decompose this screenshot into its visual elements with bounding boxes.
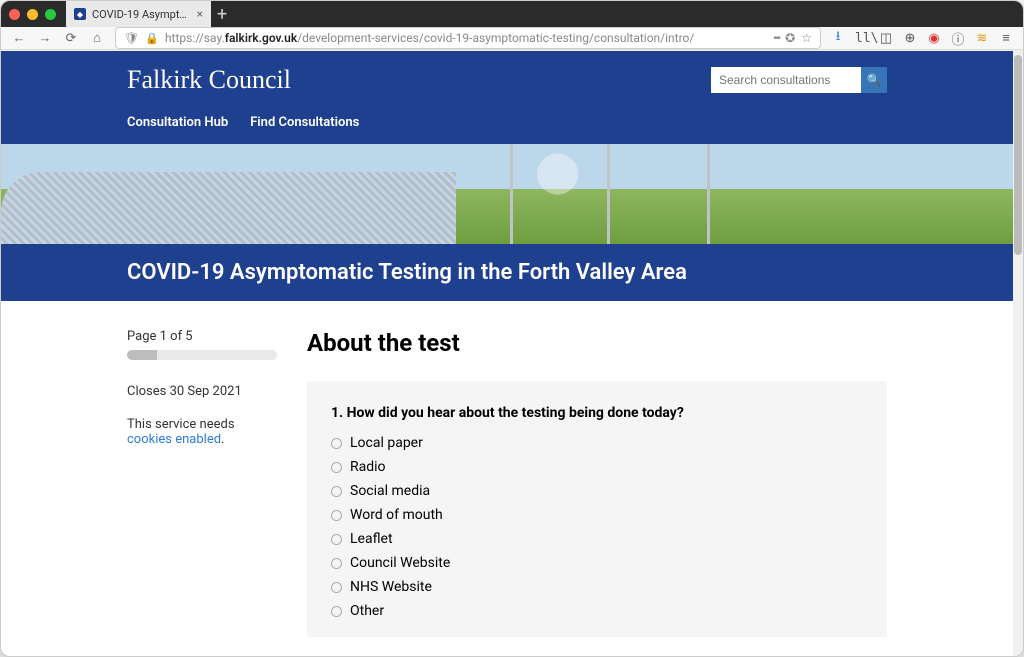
url-host: falkirk.gov.uk xyxy=(225,31,298,45)
browser-window: ◆ COVID-19 Asymptomatic Testi... × + ← →… xyxy=(0,0,1024,657)
site-brand[interactable]: Falkirk Council xyxy=(127,65,291,95)
option-label: Social media xyxy=(350,483,430,499)
window-titlebar: ◆ COVID-19 Asymptomatic Testi... × + xyxy=(1,1,1023,27)
option-local-paper[interactable]: Local paper xyxy=(331,435,863,451)
url-prefix: https://say. xyxy=(165,31,225,45)
bookmark-star-icon[interactable]: ☆ xyxy=(801,31,812,45)
progress-fill xyxy=(127,350,157,360)
minimize-window-button[interactable] xyxy=(27,9,38,20)
cookies-post: . xyxy=(221,432,224,447)
forward-button[interactable]: → xyxy=(37,30,53,46)
option-label: Council Website xyxy=(350,555,450,571)
page-title: COVID-19 Asymptomatic Testing in the For… xyxy=(127,260,887,285)
hero-image xyxy=(1,144,1013,244)
home-button[interactable]: ⌂ xyxy=(89,30,105,46)
page-title-bar: COVID-19 Asymptomatic Testing in the For… xyxy=(1,244,1013,301)
option-label: Radio xyxy=(350,459,386,475)
search-input[interactable] xyxy=(711,67,861,93)
protection-icon[interactable]: ✪ xyxy=(785,31,795,45)
viewport: Falkirk Council 🔍 Consultation Hub Find … xyxy=(1,50,1023,657)
browser-toolbar: ← → ⟳ ⌂ 🛡 🔒 https://say.falkirk.gov.uk/d… xyxy=(1,27,1023,50)
nav-find-consultations[interactable]: Find Consultations xyxy=(250,115,359,130)
extension-orange-icon[interactable]: ≋ xyxy=(975,31,989,46)
extension-info-icon[interactable]: ⓘ xyxy=(951,29,965,48)
section-heading: About the test xyxy=(307,329,887,357)
option-label: NHS Website xyxy=(350,579,432,595)
option-nhs-website[interactable]: NHS Website xyxy=(331,579,863,595)
back-button[interactable]: ← xyxy=(11,30,27,46)
shield-icon: 🛡 xyxy=(124,31,139,45)
downloads-icon[interactable]: ⭳ xyxy=(831,27,845,49)
extension-red-icon[interactable]: ◉ xyxy=(927,31,941,46)
library-icon[interactable]: ll\ xyxy=(855,31,869,46)
url-text: https://say.falkirk.gov.uk/development-s… xyxy=(165,31,767,45)
nav-consultation-hub[interactable]: Consultation Hub xyxy=(127,115,228,130)
url-path: /development-services/covid-19-asymptoma… xyxy=(297,31,694,45)
progress-bar xyxy=(127,350,277,360)
sidebar-icon[interactable]: ◫ xyxy=(879,31,893,46)
new-tab-button[interactable]: + xyxy=(217,4,227,25)
tab-title: COVID-19 Asymptomatic Testi... xyxy=(92,8,191,21)
page-scroll[interactable]: Falkirk Council 🔍 Consultation Hub Find … xyxy=(1,51,1013,657)
page-counter: Page 1 of 5 xyxy=(127,329,277,344)
option-social-media[interactable]: Social media xyxy=(331,483,863,499)
option-council-website[interactable]: Council Website xyxy=(331,555,863,571)
radio-icon xyxy=(331,606,342,617)
search-icon: 🔍 xyxy=(867,73,882,87)
option-label: Other xyxy=(350,603,384,619)
option-word-of-mouth[interactable]: Word of mouth xyxy=(331,507,863,523)
page: Falkirk Council 🔍 Consultation Hub Find … xyxy=(1,51,1013,657)
option-label: Word of mouth xyxy=(350,507,443,523)
vertical-scrollbar[interactable] xyxy=(1013,51,1023,657)
radio-icon xyxy=(331,462,342,473)
tab-close-icon[interactable]: × xyxy=(197,7,203,21)
question-text: 1. How did you hear about the testing be… xyxy=(331,405,863,421)
scrollbar-thumb[interactable] xyxy=(1014,55,1022,255)
options-list: Local paper Radio Social media Word of m… xyxy=(331,435,863,619)
cookies-pre: This service needs xyxy=(127,417,235,432)
radio-icon xyxy=(331,558,342,569)
browser-tab[interactable]: ◆ COVID-19 Asymptomatic Testi... × xyxy=(66,1,211,27)
main: About the test 1. How did you hear about… xyxy=(307,329,887,637)
cookies-link[interactable]: cookies enabled xyxy=(127,432,221,447)
question-card: 1. How did you hear about the testing be… xyxy=(307,381,887,637)
option-other[interactable]: Other xyxy=(331,603,863,619)
traffic-lights xyxy=(9,9,56,20)
option-leaflet[interactable]: Leaflet xyxy=(331,531,863,547)
account-icon[interactable]: ⊕ xyxy=(903,31,917,46)
tab-favicon: ◆ xyxy=(74,8,86,20)
option-label: Local paper xyxy=(350,435,423,451)
sidebar: Page 1 of 5 Closes 30 Sep 2021 This serv… xyxy=(127,329,277,637)
radio-icon xyxy=(331,510,342,521)
maximize-window-button[interactable] xyxy=(45,9,56,20)
primary-nav: Consultation Hub Find Consultations xyxy=(127,95,887,144)
cookies-notice: This service needs cookies enabled. xyxy=(127,417,277,447)
close-window-button[interactable] xyxy=(9,9,20,20)
site-search: 🔍 xyxy=(711,67,887,93)
radio-icon xyxy=(331,438,342,449)
radio-icon xyxy=(331,582,342,593)
radio-icon xyxy=(331,486,342,497)
closes-date: Closes 30 Sep 2021 xyxy=(127,384,277,399)
radio-icon xyxy=(331,534,342,545)
reader-icon[interactable]: ••• xyxy=(773,31,779,45)
content: Page 1 of 5 Closes 30 Sep 2021 This serv… xyxy=(127,301,887,657)
lock-icon: 🔒 xyxy=(145,32,159,45)
site-header: Falkirk Council 🔍 Consultation Hub Find … xyxy=(1,51,1013,144)
option-label: Leaflet xyxy=(350,531,393,547)
option-radio[interactable]: Radio xyxy=(331,459,863,475)
menu-icon[interactable]: ≡ xyxy=(999,30,1013,46)
toolbar-right: ⭳ ll\ ◫ ⊕ ◉ ⓘ ≋ ≡ xyxy=(831,27,1013,49)
url-bar[interactable]: 🛡 🔒 https://say.falkirk.gov.uk/developme… xyxy=(115,27,821,49)
search-button[interactable]: 🔍 xyxy=(861,67,887,93)
reload-button[interactable]: ⟳ xyxy=(63,31,79,46)
